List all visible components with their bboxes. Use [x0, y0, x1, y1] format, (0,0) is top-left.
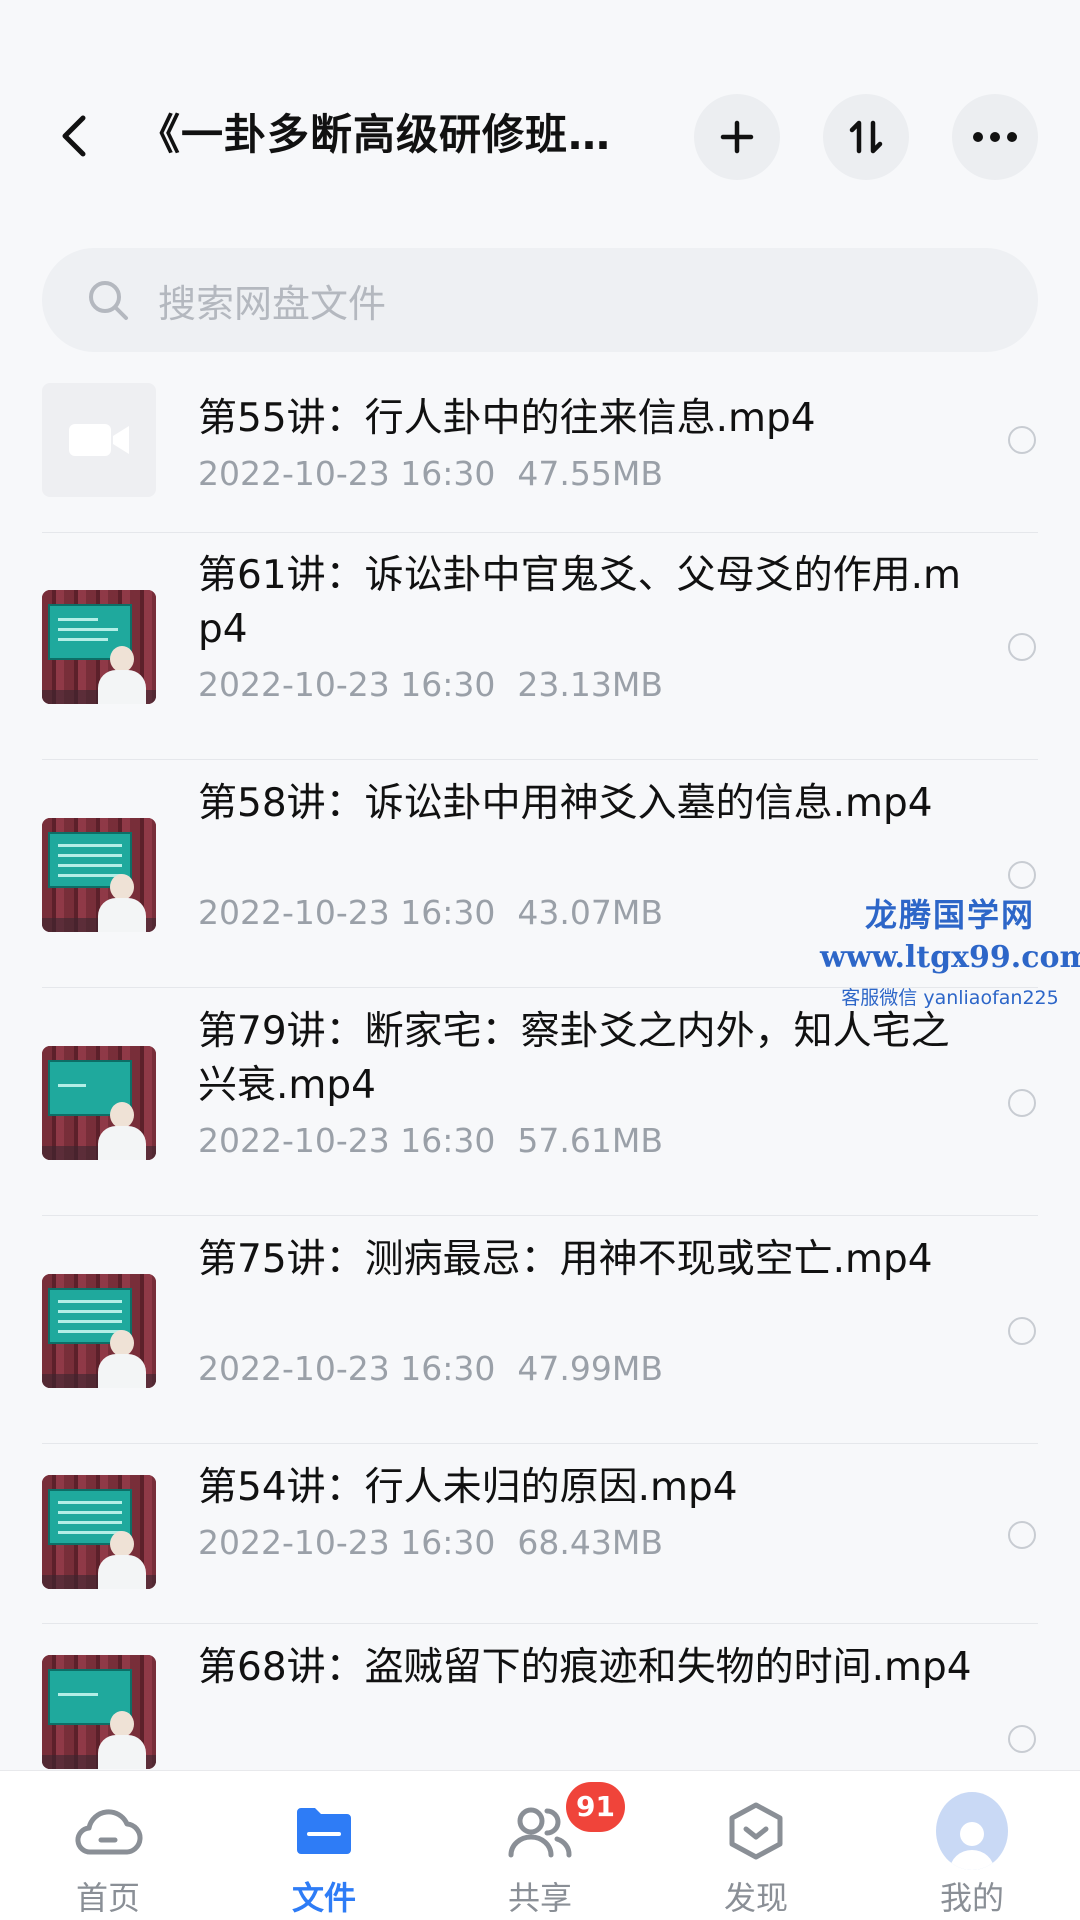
watermark-site-name: 龙腾国学网 — [864, 896, 1035, 934]
file-size: 47.99MB — [517, 1349, 663, 1388]
search-icon — [89, 281, 128, 320]
chevron-left-icon — [62, 115, 86, 157]
watermark-contact: 客服微信 yanliaofan225 — [841, 987, 1059, 1009]
tab-label: 共享 — [507, 1879, 572, 1917]
add-button[interactable] — [694, 94, 780, 180]
file-date: 2022-10-23 16:30 — [198, 1349, 496, 1388]
file-row[interactable]: 第68讲：盗贼留下的痕迹和失物的时间.mp4 — [0, 1625, 1080, 1770]
file-name: 第75讲：测病最忌：用神不现或空亡.mp4 — [198, 1237, 933, 1282]
file-date: 2022-10-23 16:30 — [198, 893, 496, 932]
file-date: 2022-10-23 16:30 — [198, 665, 496, 704]
video-placeholder-thumbnail — [42, 383, 156, 497]
more-icon — [973, 132, 1017, 142]
file-date: 2022-10-23 16:30 — [198, 1523, 496, 1562]
video-thumbnail — [42, 1274, 156, 1388]
folder-icon — [297, 1808, 351, 1854]
file-meta: 2022-10-23 16:30 43.07MB — [198, 893, 663, 932]
cloud-icon — [75, 1809, 143, 1855]
file-name: 第68讲：盗贼留下的痕迹和失物的时间.mp4 — [198, 1645, 972, 1690]
file-row[interactable]: 第61讲：诉讼卦中官鬼爻、父母爻的作用.mp4 2022-10-23 16:30… — [0, 533, 1080, 761]
tab-label: 发现 — [723, 1879, 788, 1917]
file-name: 第79讲：断家宅：察卦爻之内外，知人宅之兴衰.mp4 — [198, 1009, 950, 1108]
file-date: 2022-10-23 16:30 — [198, 1121, 496, 1160]
plus-icon — [720, 120, 754, 154]
divider — [42, 1443, 1038, 1444]
video-thumbnail — [42, 818, 156, 932]
file-row[interactable]: 第75讲：测病最忌：用神不现或空亡.mp4 2022-10-23 16:30 47… — [0, 1217, 1080, 1445]
file-size: 68.43MB — [517, 1523, 663, 1562]
tab-files[interactable]: 文件 — [216, 1771, 432, 1920]
divider — [42, 759, 1038, 760]
divider — [42, 1215, 1038, 1216]
file-size: 47.55MB — [517, 454, 663, 493]
tab-home[interactable]: 首页 — [0, 1771, 216, 1920]
people-icon — [508, 1807, 572, 1858]
search-placeholder: 搜索网盘文件 — [158, 281, 387, 326]
screen: 《一卦多断高级研修班… 搜索网盘文件 第55讲：行人卦中的往来信息.mp4 20… — [0, 0, 1080, 1920]
sort-button[interactable] — [823, 94, 909, 180]
watermark: 龙腾国学网 www.ltgx99.com 客服微信 yanliaofan225 — [820, 890, 1080, 1010]
file-meta: 2022-10-23 16:30 47.55MB — [198, 454, 663, 493]
file-meta: 2022-10-23 16:30 57.61MB — [198, 1121, 663, 1160]
video-thumbnail — [42, 1655, 156, 1769]
share-notification-badge: 91 — [566, 1782, 625, 1832]
sort-icon — [849, 120, 883, 154]
file-list[interactable]: 第55讲：行人卦中的往来信息.mp4 2022-10-23 16:30 47.55… — [0, 380, 1080, 1770]
discover-icon — [729, 1802, 783, 1860]
select-radio[interactable] — [1008, 1089, 1036, 1117]
file-row[interactable]: 第79讲：断家宅：察卦爻之内外，知人宅之兴衰.mp4 2022-10-23 16… — [0, 989, 1080, 1217]
avatar-icon — [936, 1792, 1008, 1870]
header: 《一卦多断高级研修班… — [0, 90, 1080, 180]
select-radio[interactable] — [1008, 426, 1036, 454]
file-size: 23.13MB — [517, 665, 663, 704]
file-name: 第61讲：诉讼卦中官鬼爻、父母爻的作用.mp4 — [198, 553, 962, 652]
video-thumbnail — [42, 590, 156, 704]
search-input[interactable]: 搜索网盘文件 — [42, 248, 1038, 352]
file-name: 第54讲：行人未归的原因.mp4 — [198, 1465, 738, 1510]
file-meta: 2022-10-23 16:30 68.43MB — [198, 1523, 663, 1562]
file-date: 2022-10-23 16:30 — [198, 454, 496, 493]
file-size: 43.07MB — [517, 893, 663, 932]
page-title: 《一卦多断高级研修班… — [138, 110, 612, 159]
file-meta: 2022-10-23 16:30 47.99MB — [198, 1349, 663, 1388]
back-button[interactable] — [44, 106, 104, 166]
tab-label: 首页 — [75, 1879, 140, 1917]
more-button[interactable] — [952, 94, 1038, 180]
select-radio[interactable] — [1008, 861, 1036, 889]
tab-label: 我的 — [939, 1879, 1004, 1917]
file-row[interactable]: 第55讲：行人卦中的往来信息.mp4 2022-10-23 16:30 47.55… — [0, 380, 1080, 533]
divider — [42, 1623, 1038, 1624]
file-name: 第58讲：诉讼卦中用神爻入墓的信息.mp4 — [198, 781, 933, 826]
video-camera-icon — [69, 424, 129, 456]
watermark-url: www.ltgx99.com — [820, 940, 1080, 975]
select-radio[interactable] — [1008, 633, 1036, 661]
video-thumbnail — [42, 1046, 156, 1160]
select-radio[interactable] — [1008, 1521, 1036, 1549]
select-radio[interactable] — [1008, 1317, 1036, 1345]
file-size: 57.61MB — [517, 1121, 663, 1160]
bottom-tab-bar: 首页 文件 共享 发现 我的 — [0, 1770, 1080, 1920]
file-meta: 2022-10-23 16:30 23.13MB — [198, 665, 663, 704]
tab-discover[interactable]: 发现 — [648, 1771, 864, 1920]
file-row[interactable]: 第54讲：行人未归的原因.mp4 2022-10-23 16:30 68.43MB — [0, 1445, 1080, 1625]
tab-label: 文件 — [291, 1879, 356, 1917]
file-name: 第55讲：行人卦中的往来信息.mp4 — [198, 396, 816, 441]
tab-me[interactable]: 我的 — [864, 1771, 1080, 1920]
select-radio[interactable] — [1008, 1725, 1036, 1753]
video-thumbnail — [42, 1475, 156, 1589]
